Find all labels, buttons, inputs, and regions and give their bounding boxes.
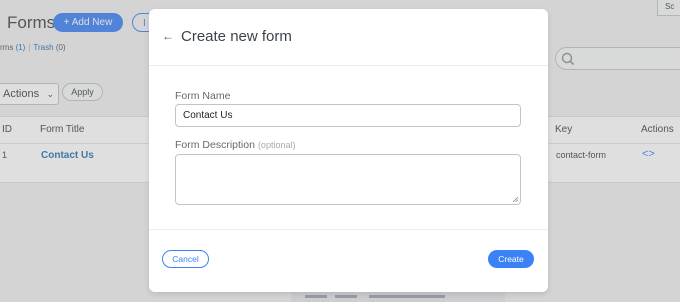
modal-title: Create new form xyxy=(181,28,292,45)
form-description-textarea[interactable] xyxy=(175,154,521,205)
form-name-input[interactable]: Contact Us xyxy=(175,104,521,127)
arrow-left-icon[interactable]: ← xyxy=(162,29,174,43)
form-description-label: Form Description (optional) xyxy=(175,139,296,151)
create-button[interactable]: Create xyxy=(488,250,534,268)
modal-header: ← Create new form xyxy=(149,9,548,66)
create-form-modal: ← Create new form Form Name Contact Us F… xyxy=(149,9,548,292)
optional-hint: (optional) xyxy=(257,140,296,150)
modal-footer-divider xyxy=(149,229,548,230)
form-name-label: Form Name xyxy=(175,90,231,102)
resize-handle-icon[interactable] xyxy=(513,197,518,202)
cancel-button[interactable]: Cancel xyxy=(162,250,209,268)
